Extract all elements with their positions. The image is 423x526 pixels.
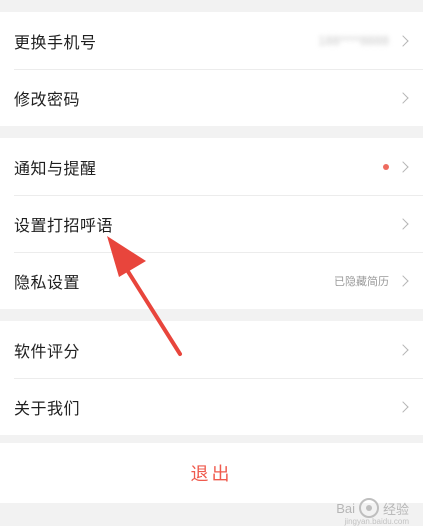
- about-us-label: 关于我们: [14, 400, 81, 418]
- change-phone-row[interactable]: 更换手机号 188****8888: [0, 12, 423, 69]
- unread-dot: [383, 163, 389, 170]
- settings-group-preferences: 通知与提醒 设置打招呼语 隐私设置 已隐藏简历: [0, 138, 423, 309]
- rate-app-label: 软件评分: [14, 343, 81, 361]
- phone-number-value: 188****8888: [318, 33, 389, 48]
- chevron-right-icon: [397, 34, 409, 47]
- paw-icon: [358, 498, 379, 518]
- about-us-row[interactable]: 关于我们: [0, 378, 423, 435]
- chevron-right-icon: [397, 160, 409, 173]
- logout-button[interactable]: 退出: [0, 443, 423, 503]
- logout-label: 退出: [190, 464, 233, 484]
- greeting-message-row[interactable]: 设置打招呼语: [0, 195, 423, 252]
- change-phone-label: 更换手机号: [14, 34, 97, 52]
- top-spacer: [0, 0, 423, 12]
- notifications-label: 通知与提醒: [14, 160, 97, 178]
- settings-group-account: 更换手机号 188****8888 修改密码: [0, 12, 423, 126]
- settings-group-about: 软件评分 关于我们: [0, 321, 423, 435]
- rate-app-row[interactable]: 软件评分: [0, 321, 423, 378]
- privacy-settings-row[interactable]: 隐私设置 已隐藏简历: [0, 252, 423, 309]
- chevron-right-icon: [397, 274, 409, 287]
- privacy-settings-label: 隐私设置: [14, 274, 81, 292]
- change-password-row[interactable]: 修改密码: [0, 69, 423, 126]
- greeting-message-label: 设置打招呼语: [14, 217, 114, 235]
- watermark: Bai 经验: [336, 498, 409, 518]
- watermark-url: jingyan.baidu.com: [344, 517, 409, 526]
- chevron-right-icon: [397, 400, 409, 413]
- chevron-right-icon: [397, 91, 409, 104]
- watermark-brand: Bai: [336, 500, 355, 516]
- change-password-label: 修改密码: [14, 91, 81, 109]
- watermark-brand-suffix: 经验: [382, 501, 409, 517]
- notifications-row[interactable]: 通知与提醒: [0, 138, 423, 195]
- privacy-status-value: 已隐藏简历: [334, 275, 389, 288]
- chevron-right-icon: [397, 343, 409, 356]
- chevron-right-icon: [397, 217, 409, 230]
